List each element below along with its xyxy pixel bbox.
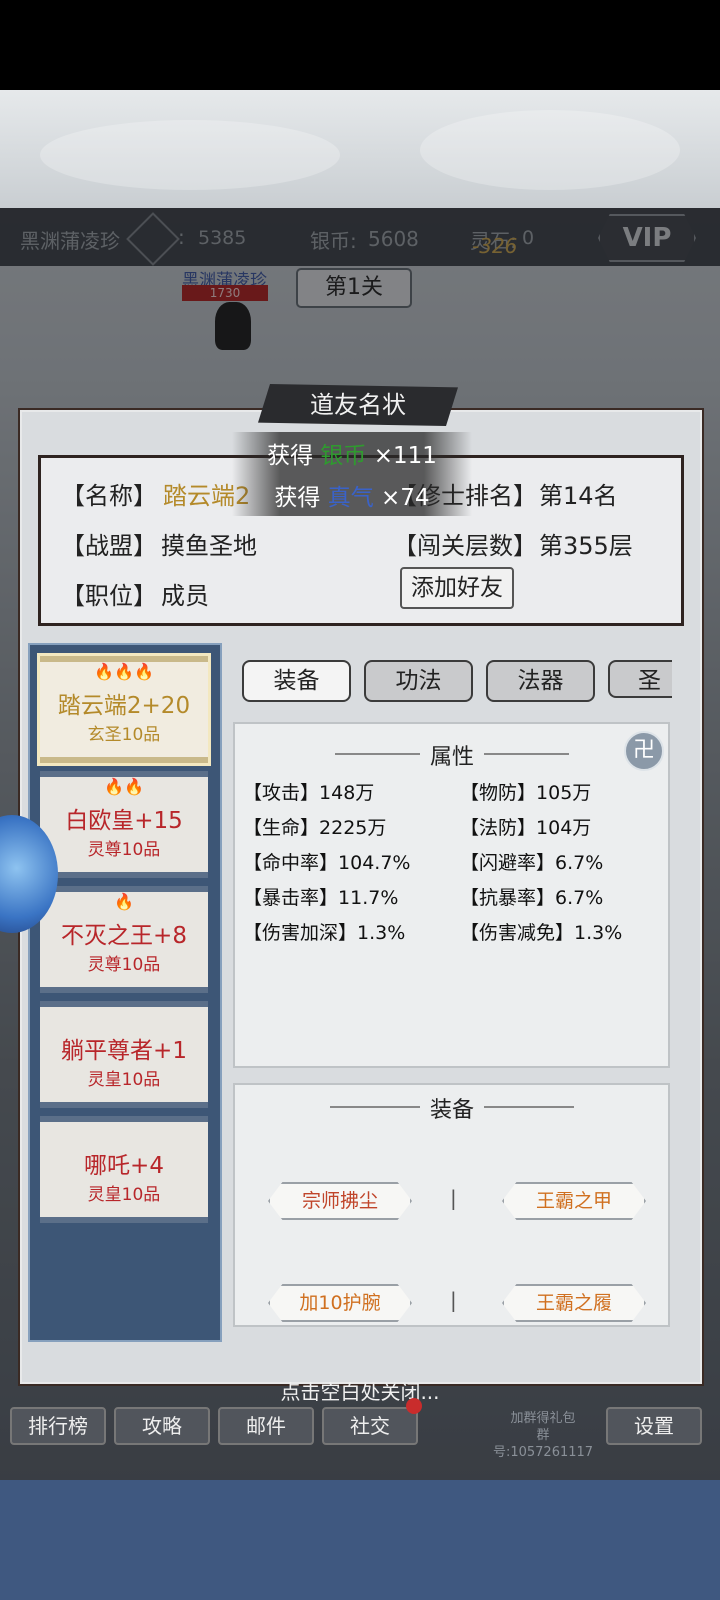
group-info: 加群得礼包 群号:1057261117 (488, 1410, 598, 1461)
attributes-title: 属性 (429, 745, 474, 770)
equipment-slot[interactable]: 王霸之甲 (502, 1182, 646, 1220)
tab-artifact[interactable]: 法器 (486, 660, 595, 702)
reward-item: 银币 (320, 443, 367, 469)
add-friend-button[interactable]: 添加好友 (400, 567, 514, 609)
nav-social[interactable]: 社交 (322, 1407, 418, 1445)
reward-toast: 获得 银币 ×111 获得 真气 ×74 (232, 432, 472, 516)
tab-holy[interactable]: 圣E (608, 660, 672, 698)
attribute-stat: 【生命】2225万 (243, 817, 387, 839)
tab-equipment[interactable]: 装备 (242, 660, 351, 702)
nav-settings[interactable]: 设置 (606, 1407, 702, 1445)
attribute-stat: 【物防】105万 (460, 782, 592, 804)
character-item-name: 躺平尊者+1 (61, 1038, 187, 1064)
nav-guide[interactable]: 攻略 (114, 1407, 210, 1445)
character-item[interactable]: 🔥🔥 白欧皇+15 灵尊10品 (40, 771, 208, 878)
flame-icon (40, 1122, 208, 1144)
close-hint[interactable]: 点击空白处关闭... (0, 1376, 720, 1405)
alliance-value: 摸鱼圣地 (161, 532, 257, 560)
mist-cloud (40, 120, 340, 190)
position-value: 成员 (161, 582, 209, 610)
character-item[interactable]: 哪吒+4 灵皇10品 (40, 1116, 208, 1223)
character-item-name: 不灭之王+8 (61, 923, 187, 949)
attribute-stat: 【命中率】104.7% (243, 852, 411, 874)
attribute-stat: 【伤害加深】1.3% (243, 922, 406, 944)
attribute-stat: 【闪避率】6.7% (460, 852, 604, 874)
flame-icon: 🔥🔥🔥 (94, 662, 154, 681)
flame-icon: 🔥 (114, 892, 134, 911)
equipment-separator: | (450, 1288, 457, 1312)
tab-technique[interactable]: 功法 (364, 660, 473, 702)
alliance-label: 【战盟】 (61, 532, 157, 560)
title-ornament (484, 1106, 574, 1108)
nav-ranking[interactable]: 排行榜 (10, 1407, 106, 1445)
swastika-icon[interactable]: 卍 (624, 731, 664, 771)
position-label: 【职位】 (61, 582, 157, 610)
floor-label: 【闯关层数】 (393, 532, 537, 560)
group-number-text: 群号:1057261117 (492, 1428, 594, 1460)
character-item-name: 哪吒+4 (84, 1153, 164, 1179)
reward-prefix: 获得 (274, 485, 321, 511)
rank-value: 第14名 (539, 482, 618, 510)
bottom-backdrop (0, 1480, 720, 1600)
character-item[interactable]: 躺平尊者+1 灵皇10品 (40, 1001, 208, 1108)
equipment-slot[interactable]: 加10护腕 (268, 1284, 412, 1322)
reward-amount: ×74 (381, 485, 430, 511)
equipment-separator: | (450, 1186, 457, 1210)
equipment-title: 装备 (429, 1098, 474, 1123)
group-gift-text: 加群得礼包 (510, 1411, 576, 1426)
character-item-name: 踏云端2+20 (57, 693, 191, 719)
dialog-title: 道友名状 (258, 384, 458, 426)
title-ornament (335, 753, 420, 755)
reward-line: 获得 真气 ×74 (232, 478, 472, 512)
attribute-stat: 【暴击率】11.7% (243, 887, 399, 909)
attribute-stat: 【法防】104万 (460, 817, 592, 839)
flame-icon: 🔥🔥 (104, 777, 144, 796)
character-item-grade: 灵尊10品 (87, 840, 161, 860)
floor-value: 第355层 (539, 532, 633, 560)
character-item-grade: 灵皇10品 (87, 1185, 161, 1205)
attribute-stat: 【攻击】148万 (243, 782, 375, 804)
notification-dot (406, 1398, 422, 1414)
character-item-grade: 玄圣10品 (87, 725, 161, 745)
title-ornament (484, 753, 569, 755)
character-item-grade: 灵尊10品 (87, 955, 161, 975)
attribute-stat: 【伤害减免】1.3% (460, 922, 623, 944)
reward-amount: ×111 (373, 443, 437, 469)
nav-mail[interactable]: 邮件 (218, 1407, 314, 1445)
mist-cloud (420, 110, 680, 190)
reward-item: 真气 (327, 485, 374, 511)
reward-line: 获得 银币 ×111 (232, 436, 472, 470)
character-item-name: 白欧皇+15 (65, 808, 183, 834)
reward-prefix: 获得 (267, 443, 314, 469)
title-ornament (330, 1106, 420, 1108)
equipment-slot[interactable]: 王霸之履 (502, 1284, 646, 1322)
flame-icon (40, 1007, 208, 1029)
character-item-grade: 灵皇10品 (87, 1070, 161, 1090)
equipment-slot[interactable]: 宗师拂尘 (268, 1182, 412, 1220)
character-item[interactable]: 🔥 不灭之王+8 灵尊10品 (40, 886, 208, 993)
name-label: 【名称】 (61, 482, 157, 510)
character-item[interactable]: 🔥🔥🔥 踏云端2+20 玄圣10品 (40, 656, 208, 763)
attribute-stat: 【抗暴率】6.7% (460, 887, 604, 909)
